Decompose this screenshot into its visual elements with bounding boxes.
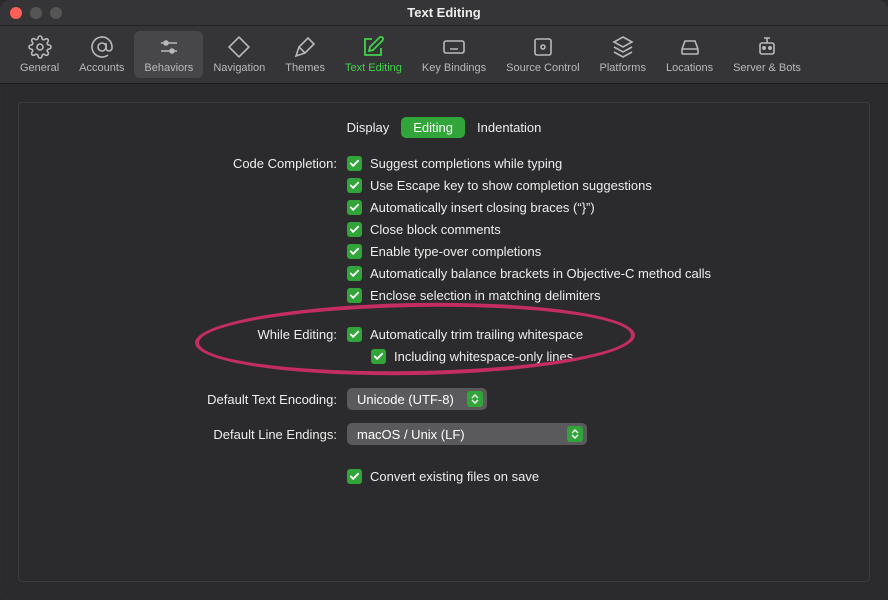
toolbar-label: Navigation [213, 62, 265, 74]
window-title: Text Editing [407, 5, 480, 20]
toolbar-key-bindings[interactable]: Key Bindings [412, 31, 496, 78]
toolbar-themes[interactable]: Themes [275, 31, 335, 78]
toolbar-label: Platforms [600, 62, 646, 74]
close-window-button[interactable] [10, 7, 22, 19]
robot-icon [755, 35, 779, 59]
toolbar-source-control[interactable]: Source Control [496, 31, 589, 78]
tab-indentation[interactable]: Indentation [465, 117, 553, 138]
checkbox-close-block-comments[interactable] [347, 222, 362, 237]
while-editing-label: While Editing: [39, 327, 339, 342]
checkbox-whitespace-only-lines[interactable] [371, 349, 386, 364]
layers-icon [611, 35, 635, 59]
chevron-up-down-icon [567, 426, 583, 442]
line-endings-value: macOS / Unix (LF) [357, 427, 465, 442]
line-endings-popup[interactable]: macOS / Unix (LF) [347, 423, 587, 445]
checkbox-type-over[interactable] [347, 244, 362, 259]
toolbar-label: Locations [666, 62, 713, 74]
minimize-window-button[interactable] [30, 7, 42, 19]
diamond-icon [227, 35, 251, 59]
chevron-up-down-icon [467, 391, 483, 407]
checkbox-label: Automatically insert closing braces (“}”… [370, 200, 595, 215]
checkbox-label: Convert existing files on save [370, 469, 539, 484]
checkbox-escape-key[interactable] [347, 178, 362, 193]
toolbar-label: Server & Bots [733, 62, 801, 74]
encoding-popup[interactable]: Unicode (UTF-8) [347, 388, 487, 410]
toolbar-label: Accounts [79, 62, 124, 74]
checkbox-closing-braces[interactable] [347, 200, 362, 215]
toolbar-label: General [20, 62, 59, 74]
toolbar-server-bots[interactable]: Server & Bots [723, 31, 811, 78]
toolbar-label: Behaviors [144, 62, 193, 74]
checkbox-label: Including whitespace-only lines [394, 349, 573, 364]
titlebar: Text Editing [0, 0, 888, 26]
toolbar-navigation[interactable]: Navigation [203, 31, 275, 78]
toolbar-label: Themes [285, 62, 325, 74]
brush-icon [293, 35, 317, 59]
toolbar-label: Source Control [506, 62, 579, 74]
checkbox-label: Enclose selection in matching delimiters [370, 288, 601, 303]
gear-icon [28, 35, 52, 59]
tab-segmented-control: Display Editing Indentation [19, 117, 869, 138]
line-endings-label: Default Line Endings: [39, 427, 339, 442]
toolbar-text-editing[interactable]: Text Editing [335, 31, 412, 78]
at-sign-icon [90, 35, 114, 59]
toolbar-label: Text Editing [345, 62, 402, 74]
encoding-label: Default Text Encoding: [39, 392, 339, 407]
toolbar-behaviors[interactable]: Behaviors [134, 31, 203, 78]
toolbar-accounts[interactable]: Accounts [69, 31, 134, 78]
sliders-icon [157, 35, 181, 59]
encoding-value: Unicode (UTF-8) [357, 392, 454, 407]
edit-icon [361, 35, 385, 59]
checkbox-trim-whitespace[interactable] [347, 327, 362, 342]
checkbox-label: Automatically balance brackets in Object… [370, 266, 711, 281]
zoom-window-button[interactable] [50, 7, 62, 19]
checkbox-label: Use Escape key to show completion sugges… [370, 178, 652, 193]
checkbox-enclose-selection[interactable] [347, 288, 362, 303]
preferences-window: Text Editing General Accounts Behaviors … [0, 0, 888, 600]
disk-icon [678, 35, 702, 59]
tab-editing[interactable]: Editing [401, 117, 465, 138]
checkbox-label: Suggest completions while typing [370, 156, 562, 171]
tab-display[interactable]: Display [335, 117, 402, 138]
keyboard-icon [442, 35, 466, 59]
preferences-toolbar: General Accounts Behaviors Navigation Th… [0, 26, 888, 84]
checkbox-label: Automatically trim trailing whitespace [370, 327, 583, 342]
checkbox-balance-brackets[interactable] [347, 266, 362, 281]
window-controls [10, 0, 62, 26]
branch-icon [531, 35, 555, 59]
checkbox-label: Enable type-over completions [370, 244, 541, 259]
toolbar-locations[interactable]: Locations [656, 31, 723, 78]
settings-panel: Display Editing Indentation Code Complet… [18, 102, 870, 582]
toolbar-platforms[interactable]: Platforms [590, 31, 656, 78]
checkbox-suggest-completions[interactable] [347, 156, 362, 171]
checkbox-label: Close block comments [370, 222, 501, 237]
toolbar-general[interactable]: General [10, 31, 69, 78]
toolbar-label: Key Bindings [422, 62, 486, 74]
code-completion-label: Code Completion: [39, 156, 339, 171]
checkbox-convert-existing[interactable] [347, 469, 362, 484]
